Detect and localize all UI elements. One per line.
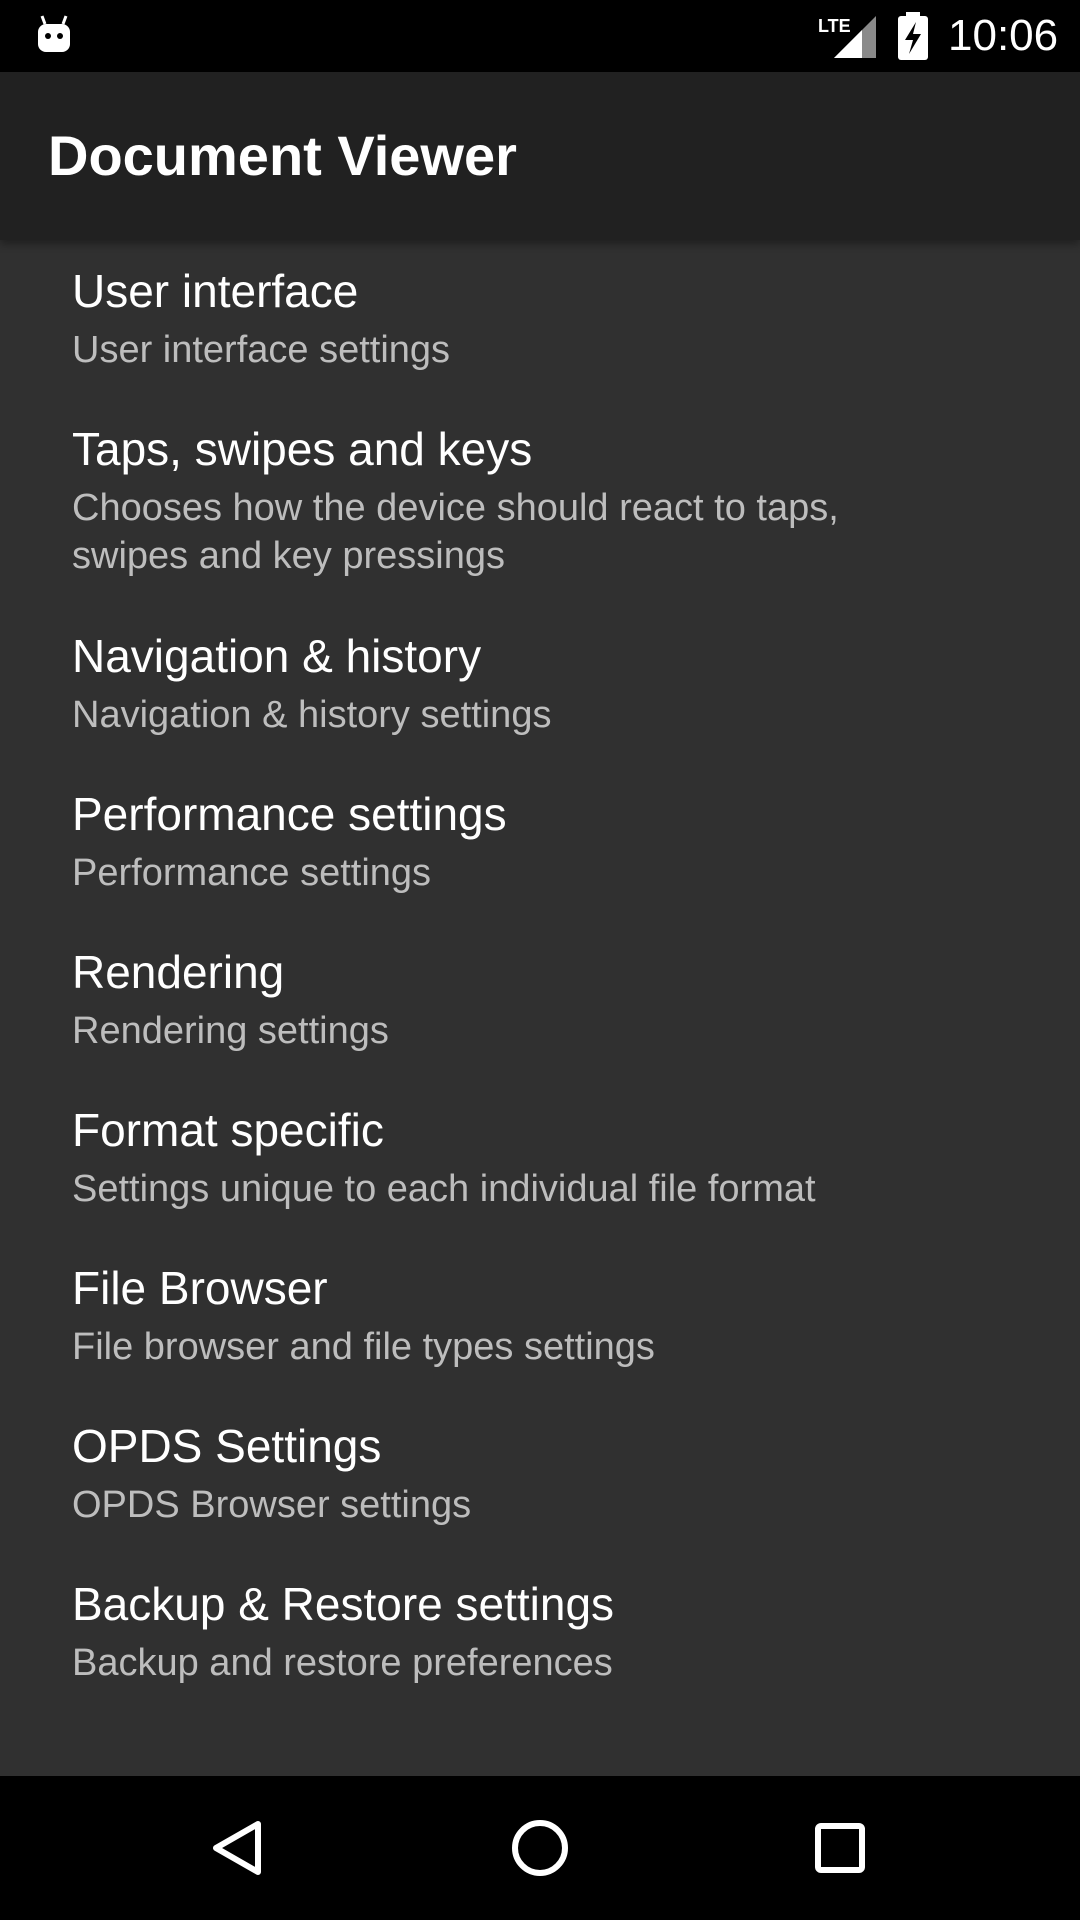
pref-item-backup-restore[interactable]: Backup & Restore settings Backup and res… — [0, 1553, 1080, 1711]
page-title: Document Viewer — [48, 124, 517, 187]
pref-summary: Settings unique to each individual file … — [72, 1168, 816, 1210]
settings-screen: LTE 10:06 Document Viewer User interface… — [0, 0, 1080, 1920]
settings-list: User interface User interface settings T… — [0, 240, 1080, 1776]
home-button[interactable] — [490, 1798, 590, 1898]
pref-item-taps-swipes-keys[interactable]: Taps, swipes and keys Chooses how the de… — [0, 398, 1080, 605]
pref-summary: Backup and restore preferences — [72, 1642, 613, 1684]
pref-item-format-specific[interactable]: Format specific Settings unique to each … — [0, 1079, 1080, 1237]
pref-title: Taps, swipes and keys — [72, 423, 533, 475]
pref-item-navigation-history[interactable]: Navigation & history Navigation & histor… — [0, 605, 1080, 763]
pref-title: Backup & Restore settings — [72, 1578, 615, 1630]
back-button[interactable] — [190, 1798, 290, 1898]
recents-square-icon — [815, 1823, 865, 1873]
back-triangle-icon — [213, 1821, 261, 1875]
pref-title: User interface — [72, 265, 359, 317]
status-time: 10:06 — [948, 11, 1059, 60]
recents-button[interactable] — [790, 1798, 890, 1898]
pref-item-rendering[interactable]: Rendering Rendering settings — [0, 921, 1080, 1079]
home-circle-icon — [512, 1820, 568, 1876]
pref-title: Rendering — [72, 946, 285, 998]
pref-summary: User interface settings — [72, 329, 451, 371]
android-debug-icon — [38, 15, 70, 52]
signal-icon: LTE — [818, 16, 876, 58]
pref-item-user-interface[interactable]: User interface User interface settings — [0, 240, 1080, 398]
pref-item-file-browser[interactable]: File Browser File browser and file types… — [0, 1237, 1080, 1395]
pref-title: Navigation & history — [72, 630, 482, 682]
pref-summary: Rendering settings — [72, 1010, 389, 1052]
navigation-bar — [0, 1776, 1080, 1920]
pref-summary: OPDS Browser settings — [72, 1484, 472, 1526]
battery-charging-icon — [898, 12, 928, 60]
app-bar: Document Viewer — [0, 72, 1080, 240]
pref-summary: File browser and file types settings — [72, 1326, 655, 1368]
network-type-label: LTE — [818, 16, 851, 36]
pref-title: File Browser — [72, 1262, 328, 1314]
pref-summary: Chooses how the device should react to t… — [72, 487, 839, 577]
pref-item-performance[interactable]: Performance settings Performance setting… — [0, 763, 1080, 921]
pref-title: OPDS Settings — [72, 1420, 382, 1472]
status-bar: LTE 10:06 — [0, 0, 1080, 72]
pref-title: Format specific — [72, 1104, 384, 1156]
pref-summary: Navigation & history settings — [72, 694, 552, 736]
pref-summary: Performance settings — [72, 852, 432, 894]
pref-item-opds[interactable]: OPDS Settings OPDS Browser settings — [0, 1395, 1080, 1553]
pref-title: Performance settings — [72, 788, 507, 840]
